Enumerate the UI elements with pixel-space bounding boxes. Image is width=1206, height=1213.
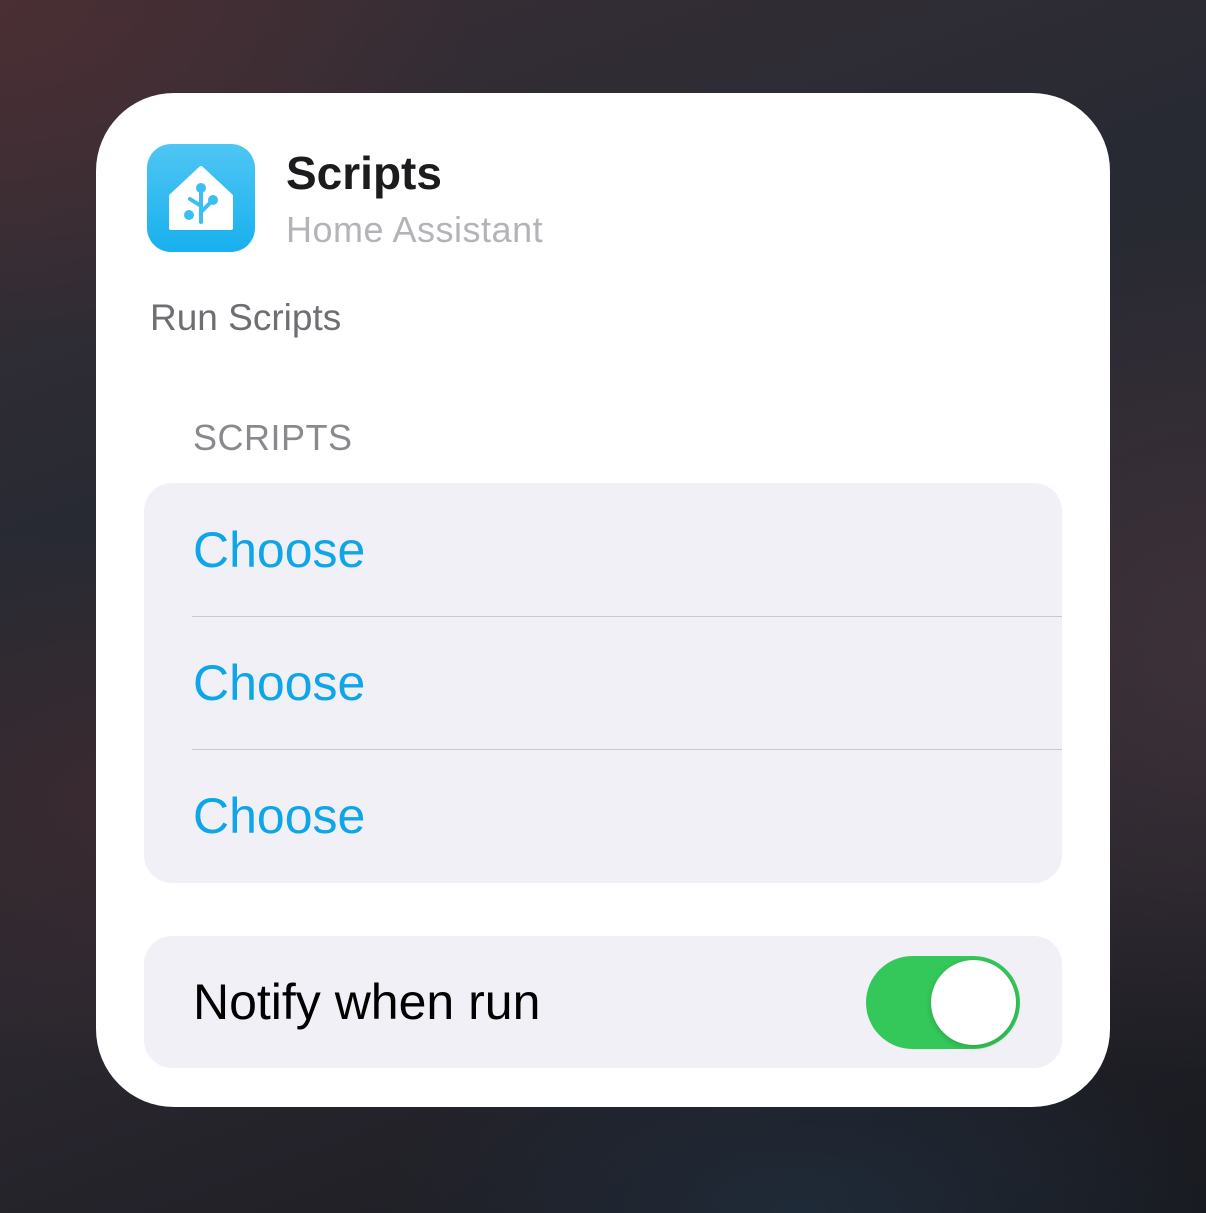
choose-link[interactable]: Choose bbox=[193, 653, 365, 713]
scripts-list: Choose Choose Choose bbox=[144, 483, 1062, 883]
app-subtitle: Home Assistant bbox=[286, 209, 544, 250]
toggle-knob[interactable] bbox=[931, 960, 1016, 1045]
home-assistant-icon bbox=[147, 144, 255, 252]
notify-toggle[interactable] bbox=[866, 956, 1020, 1049]
app-title: Scripts bbox=[286, 147, 442, 199]
house-tree-icon bbox=[169, 166, 233, 230]
choose-link[interactable]: Choose bbox=[193, 786, 365, 846]
choose-link[interactable]: Choose bbox=[193, 520, 365, 580]
shortcut-action-card: Scripts Home Assistant Run Scripts SCRIP… bbox=[96, 93, 1110, 1107]
choose-script-row-3[interactable]: Choose bbox=[144, 749, 1062, 882]
choose-script-row-1[interactable]: Choose bbox=[144, 483, 1062, 616]
action-description: Run Scripts bbox=[150, 297, 342, 338]
notify-row: Notify when run bbox=[144, 936, 1062, 1068]
section-header-scripts: SCRIPTS bbox=[193, 417, 353, 458]
choose-script-row-2[interactable]: Choose bbox=[144, 616, 1062, 749]
notify-label: Notify when run bbox=[193, 974, 541, 1030]
